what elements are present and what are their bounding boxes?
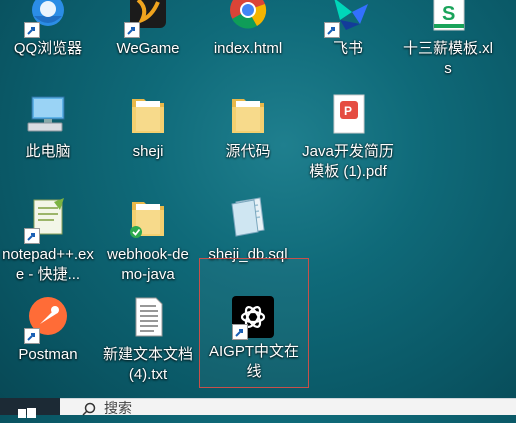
computer-icon	[24, 93, 72, 141]
desktop-icon-webhook-folder[interactable]: webhook-demo-java	[100, 196, 196, 286]
desktop-icon-label: 飞书	[332, 40, 363, 57]
start-button[interactable]	[18, 405, 36, 423]
chrome-icon	[224, 0, 272, 38]
desktop-icon-label: Java开发简历模板 (1).pdf	[302, 143, 394, 180]
text-file-icon	[124, 296, 172, 344]
taskbar-search-box[interactable]: 搜索	[60, 398, 516, 416]
desktop-icon-index-html[interactable]: index.html	[200, 0, 296, 60]
search-icon	[82, 402, 96, 416]
postman-icon	[24, 296, 72, 344]
desktop-icon-label: WeGame	[116, 40, 180, 57]
shortcut-arrow-icon	[232, 324, 248, 340]
desktop-icon-label: index.html	[213, 40, 283, 57]
shortcut-arrow-icon	[24, 22, 40, 38]
desktop-icon-aigpt[interactable]: AIGPT中文在线	[199, 258, 309, 388]
desktop-icon-wegame[interactable]: WeGame	[100, 0, 196, 60]
folder-icon	[124, 196, 172, 244]
desktop-icon-label: 十三薪模板.xls	[402, 40, 493, 77]
svg-text:P: P	[344, 104, 352, 118]
spreadsheet-file-icon: S	[424, 0, 472, 38]
folder-icon	[124, 93, 172, 141]
desktop-icon-label: Postman	[18, 346, 78, 363]
shortcut-arrow-icon	[124, 22, 140, 38]
desktop-icon-sql-file[interactable]: sheji_db.sql	[200, 196, 296, 266]
shortcut-arrow-icon	[24, 328, 40, 344]
desktop-icon-postman[interactable]: Postman	[0, 296, 96, 366]
qq-browser-icon	[24, 0, 72, 38]
desktop-icon-resume-pdf[interactable]: P Java开发简历模板 (1).pdf	[300, 93, 396, 183]
desktop-icon-label: notepad++.exe - 快捷...	[2, 246, 94, 283]
desktop-icon-txt-file[interactable]: 新建文本文档 (4).txt	[100, 296, 196, 386]
feishu-icon	[324, 0, 372, 38]
desktop-icon-this-pc[interactable]: 此电脑	[0, 93, 96, 163]
desktop-icon-excel-file[interactable]: S 十三薪模板.xls	[400, 0, 496, 80]
desktop-icon-label: QQ浏览器	[13, 40, 83, 57]
desktop-icon-label: webhook-demo-java	[107, 246, 189, 283]
pdf-file-icon: P	[324, 93, 372, 141]
chatgpt-icon	[232, 296, 276, 340]
desktop-icon-label: 此电脑	[25, 143, 71, 160]
folder-icon	[224, 93, 272, 141]
desktop-icon-notepadpp[interactable]: notepad++.exe - 快捷...	[0, 196, 96, 286]
shortcut-arrow-icon	[324, 22, 340, 38]
desktop-icon-label: 源代码	[225, 143, 271, 160]
desktop-icon-source-code-folder[interactable]: 源代码	[200, 93, 296, 163]
desktop-icon-qq-browser[interactable]: QQ浏览器	[0, 0, 96, 60]
notepadpp-icon	[24, 196, 72, 244]
desktop-icon-sheji-folder[interactable]: sheji	[100, 93, 196, 163]
shortcut-arrow-icon	[24, 228, 40, 244]
svg-text:S: S	[442, 3, 455, 25]
search-placeholder: 搜索	[104, 400, 132, 415]
desktop-icon-label: 新建文本文档 (4).txt	[102, 346, 193, 383]
sql-file-icon	[224, 196, 272, 244]
desktop-icon-label: AIGPT中文在线	[208, 343, 299, 380]
windows-logo-icon	[18, 408, 36, 418]
desktop: QQ浏览器 WeGame index.html 飞书 S 十三薪模板.xls 此…	[0, 0, 516, 398]
wegame-icon	[124, 0, 172, 38]
desktop-icon-label: sheji	[132, 143, 164, 160]
desktop-icon-feishu[interactable]: 飞书	[300, 0, 396, 60]
